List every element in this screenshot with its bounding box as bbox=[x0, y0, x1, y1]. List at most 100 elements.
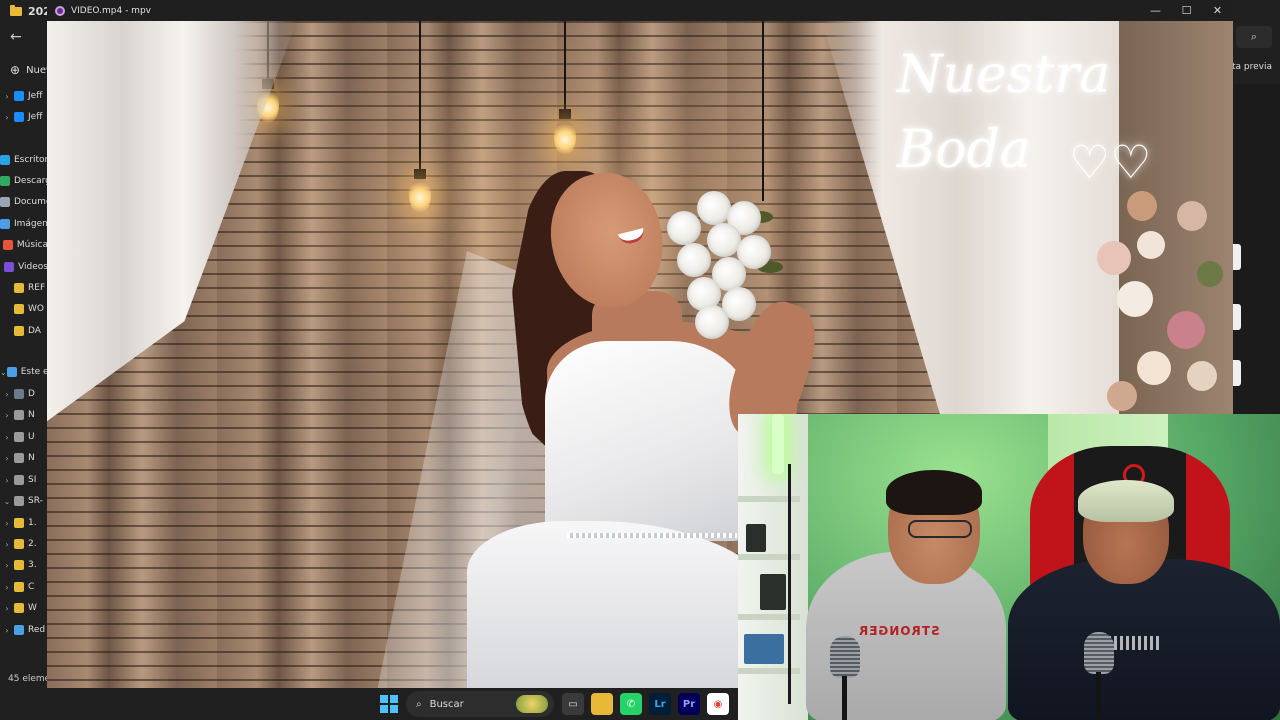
lightroom-icon[interactable]: Lr bbox=[649, 693, 671, 715]
sidebar-item[interactable]: ⌄ SR- bbox=[0, 491, 48, 511]
led-light bbox=[772, 414, 784, 474]
shirt-graphic bbox=[1108, 636, 1162, 650]
chrome-icon[interactable]: ◉ bbox=[707, 693, 729, 715]
folder-icon bbox=[0, 176, 10, 186]
sidebar-item[interactable]: › D bbox=[0, 384, 48, 404]
edison-bulb bbox=[554, 121, 576, 155]
chevron-icon[interactable]: › bbox=[0, 411, 14, 420]
flower bbox=[1137, 231, 1165, 259]
person-1-hair bbox=[886, 470, 982, 515]
flower bbox=[1117, 281, 1153, 317]
sidebar-item[interactable]: › SI bbox=[0, 470, 48, 490]
folder-icon bbox=[14, 475, 24, 485]
chevron-icon[interactable]: › bbox=[0, 476, 14, 485]
sidebar-item-label: SI bbox=[28, 475, 37, 485]
sidebar-item-label: 2. bbox=[28, 539, 37, 549]
microphone-icon bbox=[830, 636, 860, 678]
flower bbox=[1137, 351, 1171, 385]
sidebar-item[interactable]: › W bbox=[0, 598, 48, 618]
sidebar-item[interactable]: › 1. bbox=[0, 513, 48, 533]
thumbnail[interactable] bbox=[1233, 244, 1241, 270]
chevron-icon[interactable]: › bbox=[0, 113, 14, 122]
chevron-icon[interactable]: › bbox=[0, 583, 14, 592]
bulb-socket bbox=[559, 109, 571, 119]
folder-icon bbox=[14, 539, 24, 549]
file-explorer-icon[interactable] bbox=[591, 693, 613, 715]
sidebar-item[interactable]: REF bbox=[0, 278, 48, 298]
search-icon[interactable]: ⌕ bbox=[1236, 26, 1272, 48]
bulb-socket bbox=[414, 169, 426, 179]
mpv-titlebar[interactable]: VIDEO.mp4 - mpv — ☐ ✕ bbox=[47, 0, 1233, 21]
rose bbox=[707, 223, 741, 257]
sidebar-item-label: U bbox=[28, 432, 35, 442]
rose bbox=[695, 305, 729, 339]
chevron-icon[interactable]: › bbox=[0, 604, 14, 613]
start-button[interactable] bbox=[380, 695, 398, 713]
status-item-count: 45 elementos bbox=[8, 674, 48, 684]
sidebar-item[interactable]: Documentos bbox=[0, 192, 48, 212]
chevron-icon[interactable]: › bbox=[0, 626, 14, 635]
flower bbox=[1127, 191, 1157, 221]
sidebar-item[interactable]: › C bbox=[0, 577, 48, 597]
sidebar-item-label: 3. bbox=[28, 560, 37, 570]
back-arrow-icon[interactable]: ← bbox=[10, 29, 22, 45]
maximize-button[interactable]: ☐ bbox=[1171, 0, 1202, 21]
neon-line-2: Boda bbox=[897, 120, 1031, 180]
taskbar-search[interactable]: ⌕ Buscar bbox=[406, 691, 554, 717]
bouquet bbox=[637, 191, 787, 341]
new-button[interactable]: ⊕ Nuevo bbox=[0, 56, 58, 84]
chevron-icon[interactable]: › bbox=[0, 390, 14, 399]
folder-icon bbox=[14, 112, 24, 122]
glasses bbox=[908, 520, 972, 538]
sidebar-item[interactable]: Música bbox=[0, 235, 48, 255]
edison-bulb bbox=[409, 179, 431, 213]
close-button[interactable]: ✕ bbox=[1202, 0, 1233, 21]
sidebar-item[interactable]: WO bbox=[0, 299, 48, 319]
sidebar-item[interactable]: Escritorio bbox=[0, 150, 48, 170]
sidebar-item[interactable]: › N bbox=[0, 405, 48, 425]
whatsapp-icon[interactable]: ✆ bbox=[620, 693, 642, 715]
folder-icon bbox=[14, 518, 24, 528]
sidebar-item[interactable]: Descargas bbox=[0, 171, 48, 191]
chevron-icon[interactable]: ⌄ bbox=[0, 497, 14, 506]
folder-icon bbox=[14, 389, 24, 399]
chevron-icon[interactable]: ⌄ bbox=[0, 368, 7, 377]
microphone-icon bbox=[1084, 632, 1114, 674]
folder-icon bbox=[14, 625, 24, 635]
chevron-icon[interactable]: › bbox=[0, 454, 14, 463]
folder-icon bbox=[0, 155, 10, 165]
mpv-title: VIDEO.mp4 - mpv bbox=[71, 5, 151, 16]
sidebar-item[interactable]: › Jeff bbox=[0, 86, 48, 106]
thumbnail[interactable] bbox=[1233, 304, 1241, 330]
sidebar-item[interactable]: › 3. bbox=[0, 555, 48, 575]
search-label: Buscar bbox=[429, 698, 464, 710]
premiere-icon[interactable]: Pr bbox=[678, 693, 700, 715]
chevron-icon[interactable]: › bbox=[0, 519, 14, 528]
chevron-icon[interactable]: › bbox=[0, 540, 14, 549]
sidebar-item[interactable]: › U bbox=[0, 427, 48, 447]
wedding-dress-bodice bbox=[545, 341, 755, 541]
sidebar-item[interactable]: Videos bbox=[0, 257, 48, 277]
folder-icon bbox=[2, 240, 13, 250]
task-view-icon[interactable]: ▭ bbox=[562, 693, 584, 715]
sidebar-item[interactable]: › Jeff bbox=[0, 107, 48, 127]
sidebar-item[interactable]: › N bbox=[0, 448, 48, 468]
sidebar-item-label: REF bbox=[28, 283, 46, 293]
sidebar-item[interactable]: › Red bbox=[0, 620, 48, 640]
sidebar-item-label: C bbox=[28, 582, 35, 592]
chevron-icon[interactable]: › bbox=[0, 433, 14, 442]
thumbnail[interactable] bbox=[1233, 360, 1241, 386]
preview-toggle[interactable]: ta previa bbox=[1232, 62, 1272, 72]
flower bbox=[1107, 381, 1137, 411]
sidebar-item[interactable]: ⌄ Este equipo bbox=[0, 362, 48, 382]
sidebar-item-label: Jeff bbox=[28, 112, 43, 122]
chevron-icon[interactable]: › bbox=[0, 92, 14, 101]
rose bbox=[697, 191, 731, 225]
sidebar-item[interactable]: DA bbox=[0, 321, 48, 341]
minimize-button[interactable]: — bbox=[1140, 0, 1171, 21]
chevron-icon[interactable]: › bbox=[0, 561, 14, 570]
sidebar-item[interactable]: Imágenes bbox=[0, 214, 48, 234]
sidebar-item-label: Escritorio bbox=[14, 155, 48, 165]
sidebar-item[interactable]: › 2. bbox=[0, 534, 48, 554]
mic-stand bbox=[1096, 672, 1101, 720]
